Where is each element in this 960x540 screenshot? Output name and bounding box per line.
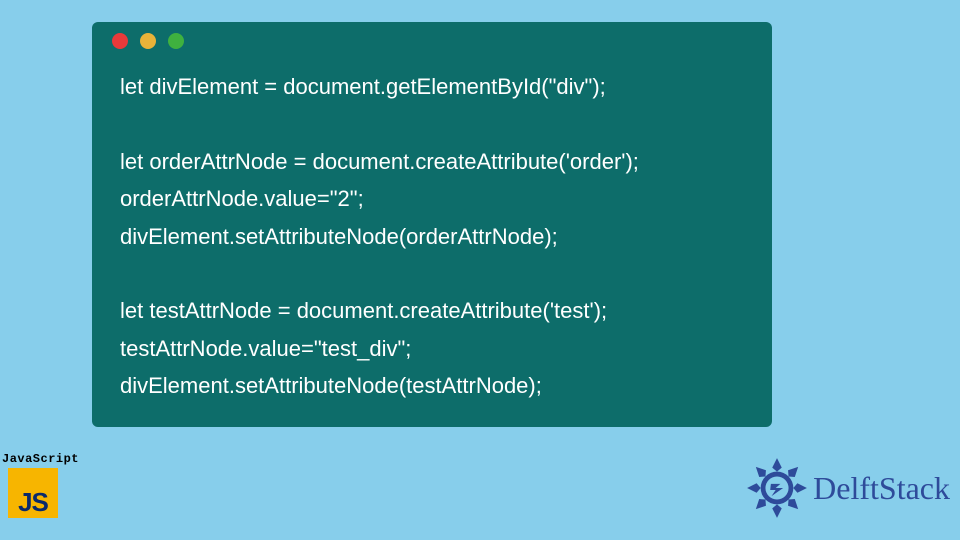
brand-name: DelftStack — [813, 470, 950, 507]
javascript-mark: JS — [18, 489, 48, 518]
brand-logo-icon — [743, 454, 811, 522]
maximize-icon — [168, 33, 184, 49]
javascript-logo-icon: JS — [8, 468, 58, 518]
code-block: let divElement = document.getElementById… — [92, 60, 772, 405]
brand: DelftStack — [743, 454, 950, 522]
close-icon — [112, 33, 128, 49]
code-window: let divElement = document.getElementById… — [92, 22, 772, 427]
minimize-icon — [140, 33, 156, 49]
window-titlebar — [92, 22, 772, 60]
javascript-badge: JavaScript JS — [2, 452, 64, 518]
javascript-label: JavaScript — [2, 452, 64, 466]
